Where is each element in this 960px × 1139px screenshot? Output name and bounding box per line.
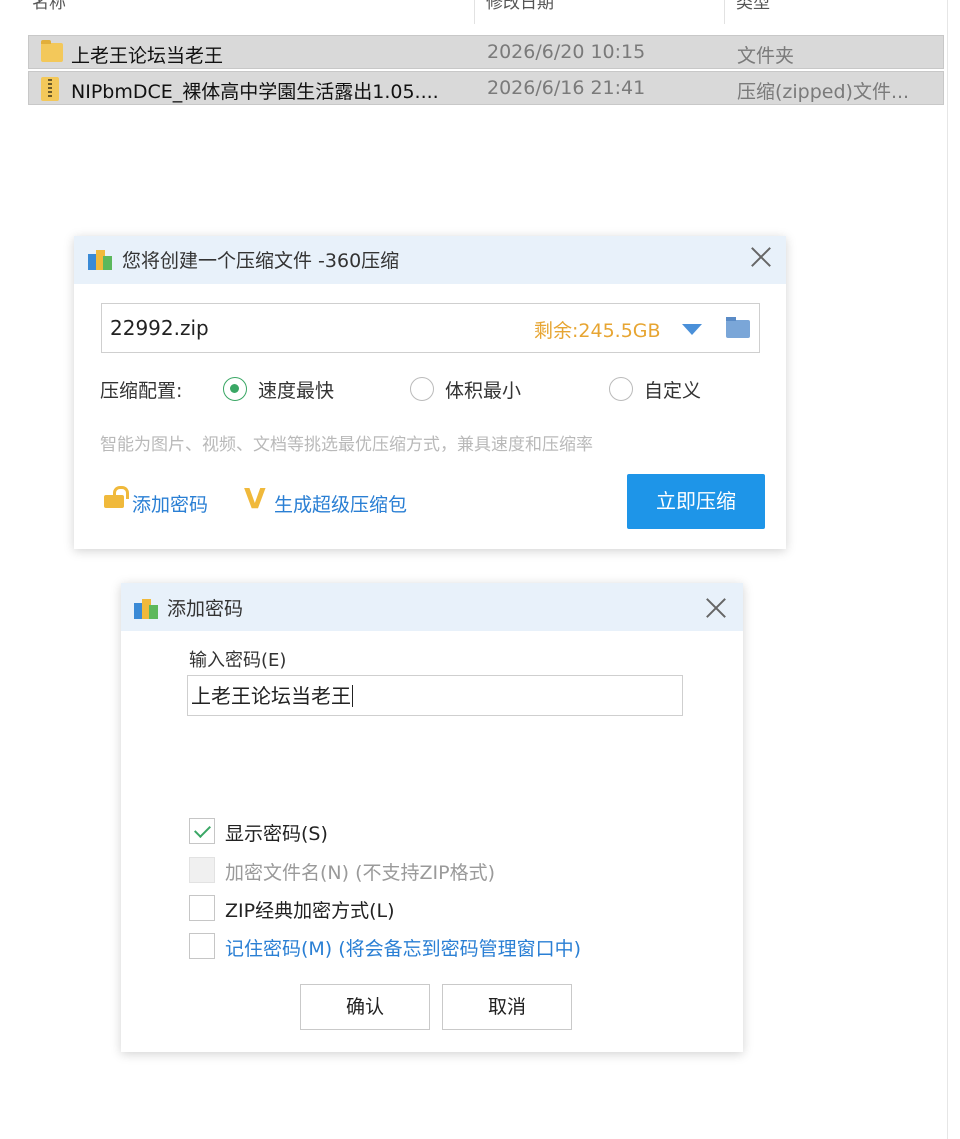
zip-classic-checkbox[interactable] — [189, 895, 215, 921]
column-divider[interactable] — [724, 0, 725, 24]
cancel-button[interactable]: 取消 — [442, 984, 572, 1030]
zip-icon — [41, 77, 59, 101]
app-logo-icon — [88, 248, 112, 270]
radio-custom-label[interactable]: 自定义 — [644, 376, 701, 403]
dialog-titlebar: 添加密码 — [121, 583, 743, 631]
compress-dialog: 您将创建一个压缩文件 -360压缩 22992.zip 剩余:245.5GB 压… — [74, 236, 786, 549]
remember-password-label[interactable]: 记住密码(M) (将会备忘到密码管理窗口中) — [225, 934, 581, 961]
password-input[interactable]: 上老王论坛当老王 — [187, 675, 683, 716]
file-date: 2026/6/20 10:15 — [487, 41, 646, 63]
show-password-label[interactable]: 显示密码(S) — [225, 819, 328, 846]
file-row[interactable]: NIPbmDCE_裸体高中学園生活露出1.05.... 2026/6/16 21… — [28, 71, 944, 105]
file-type: 文件夹 — [737, 45, 795, 67]
column-header-date[interactable]: 修改日期 — [486, 0, 554, 13]
radio-smallest[interactable] — [410, 377, 434, 401]
add-password-link[interactable]: 添加密码 — [132, 490, 208, 517]
browse-folder-icon[interactable] — [726, 317, 750, 338]
config-label: 压缩配置: — [100, 380, 183, 402]
encrypt-filename-checkbox — [189, 857, 215, 883]
dialog-title: 添加密码 — [167, 598, 244, 620]
free-space: 剩余:245.5GB — [534, 320, 661, 342]
radio-fastest[interactable] — [223, 377, 247, 401]
radio-fastest-label[interactable]: 速度最快 — [258, 376, 334, 403]
password-label: 输入密码(E) — [189, 650, 287, 671]
dialog-title: 您将创建一个压缩文件 -360压缩 — [122, 250, 400, 272]
close-icon[interactable] — [750, 246, 772, 268]
compress-now-button[interactable]: 立即压缩 — [627, 474, 765, 529]
show-password-checkbox[interactable] — [189, 818, 215, 844]
dialog-titlebar: 您将创建一个压缩文件 -360压缩 — [74, 236, 786, 284]
vip-icon: V — [244, 482, 266, 515]
confirm-button[interactable]: 确认 — [300, 984, 430, 1030]
lock-icon[interactable] — [104, 486, 129, 508]
column-header-type[interactable]: 类型 — [736, 0, 770, 13]
window-edge — [947, 0, 948, 1139]
super-package-link[interactable]: 生成超级压缩包 — [274, 490, 407, 517]
chevron-down-icon[interactable] — [682, 324, 702, 335]
compress-hint: 智能为图片、视频、文档等挑选最优压缩方式，兼具速度和压缩率 — [100, 435, 593, 455]
password-value: 上老王论坛当老王 — [191, 684, 351, 708]
app-logo-icon — [134, 597, 158, 619]
zip-classic-label[interactable]: ZIP经典加密方式(L) — [225, 896, 395, 923]
column-header-name[interactable]: 名称 — [32, 0, 66, 13]
filename-value: 22992.zip — [110, 316, 209, 340]
encrypt-filename-label: 加密文件名(N) (不支持ZIP格式) — [225, 862, 495, 884]
file-row[interactable]: 上老王论坛当老王 2026/6/20 10:15 文件夹 — [28, 35, 944, 69]
radio-custom[interactable] — [609, 377, 633, 401]
column-divider[interactable] — [474, 0, 475, 24]
filename-input[interactable]: 22992.zip 剩余:245.5GB — [101, 303, 760, 353]
close-icon[interactable] — [705, 597, 727, 619]
file-date: 2026/6/16 21:41 — [487, 77, 646, 99]
radio-smallest-label[interactable]: 体积最小 — [445, 376, 521, 403]
remember-password-checkbox[interactable] — [189, 933, 215, 959]
password-dialog: 添加密码 输入密码(E) 上老王论坛当老王 显示密码(S) 加密文件名(N) (… — [121, 583, 743, 1052]
folder-icon — [41, 40, 63, 62]
file-type: 压缩(zipped)文件... — [737, 81, 910, 103]
file-name: NIPbmDCE_裸体高中学園生活露出1.05.... — [71, 81, 439, 103]
file-name: 上老王论坛当老王 — [71, 45, 224, 67]
